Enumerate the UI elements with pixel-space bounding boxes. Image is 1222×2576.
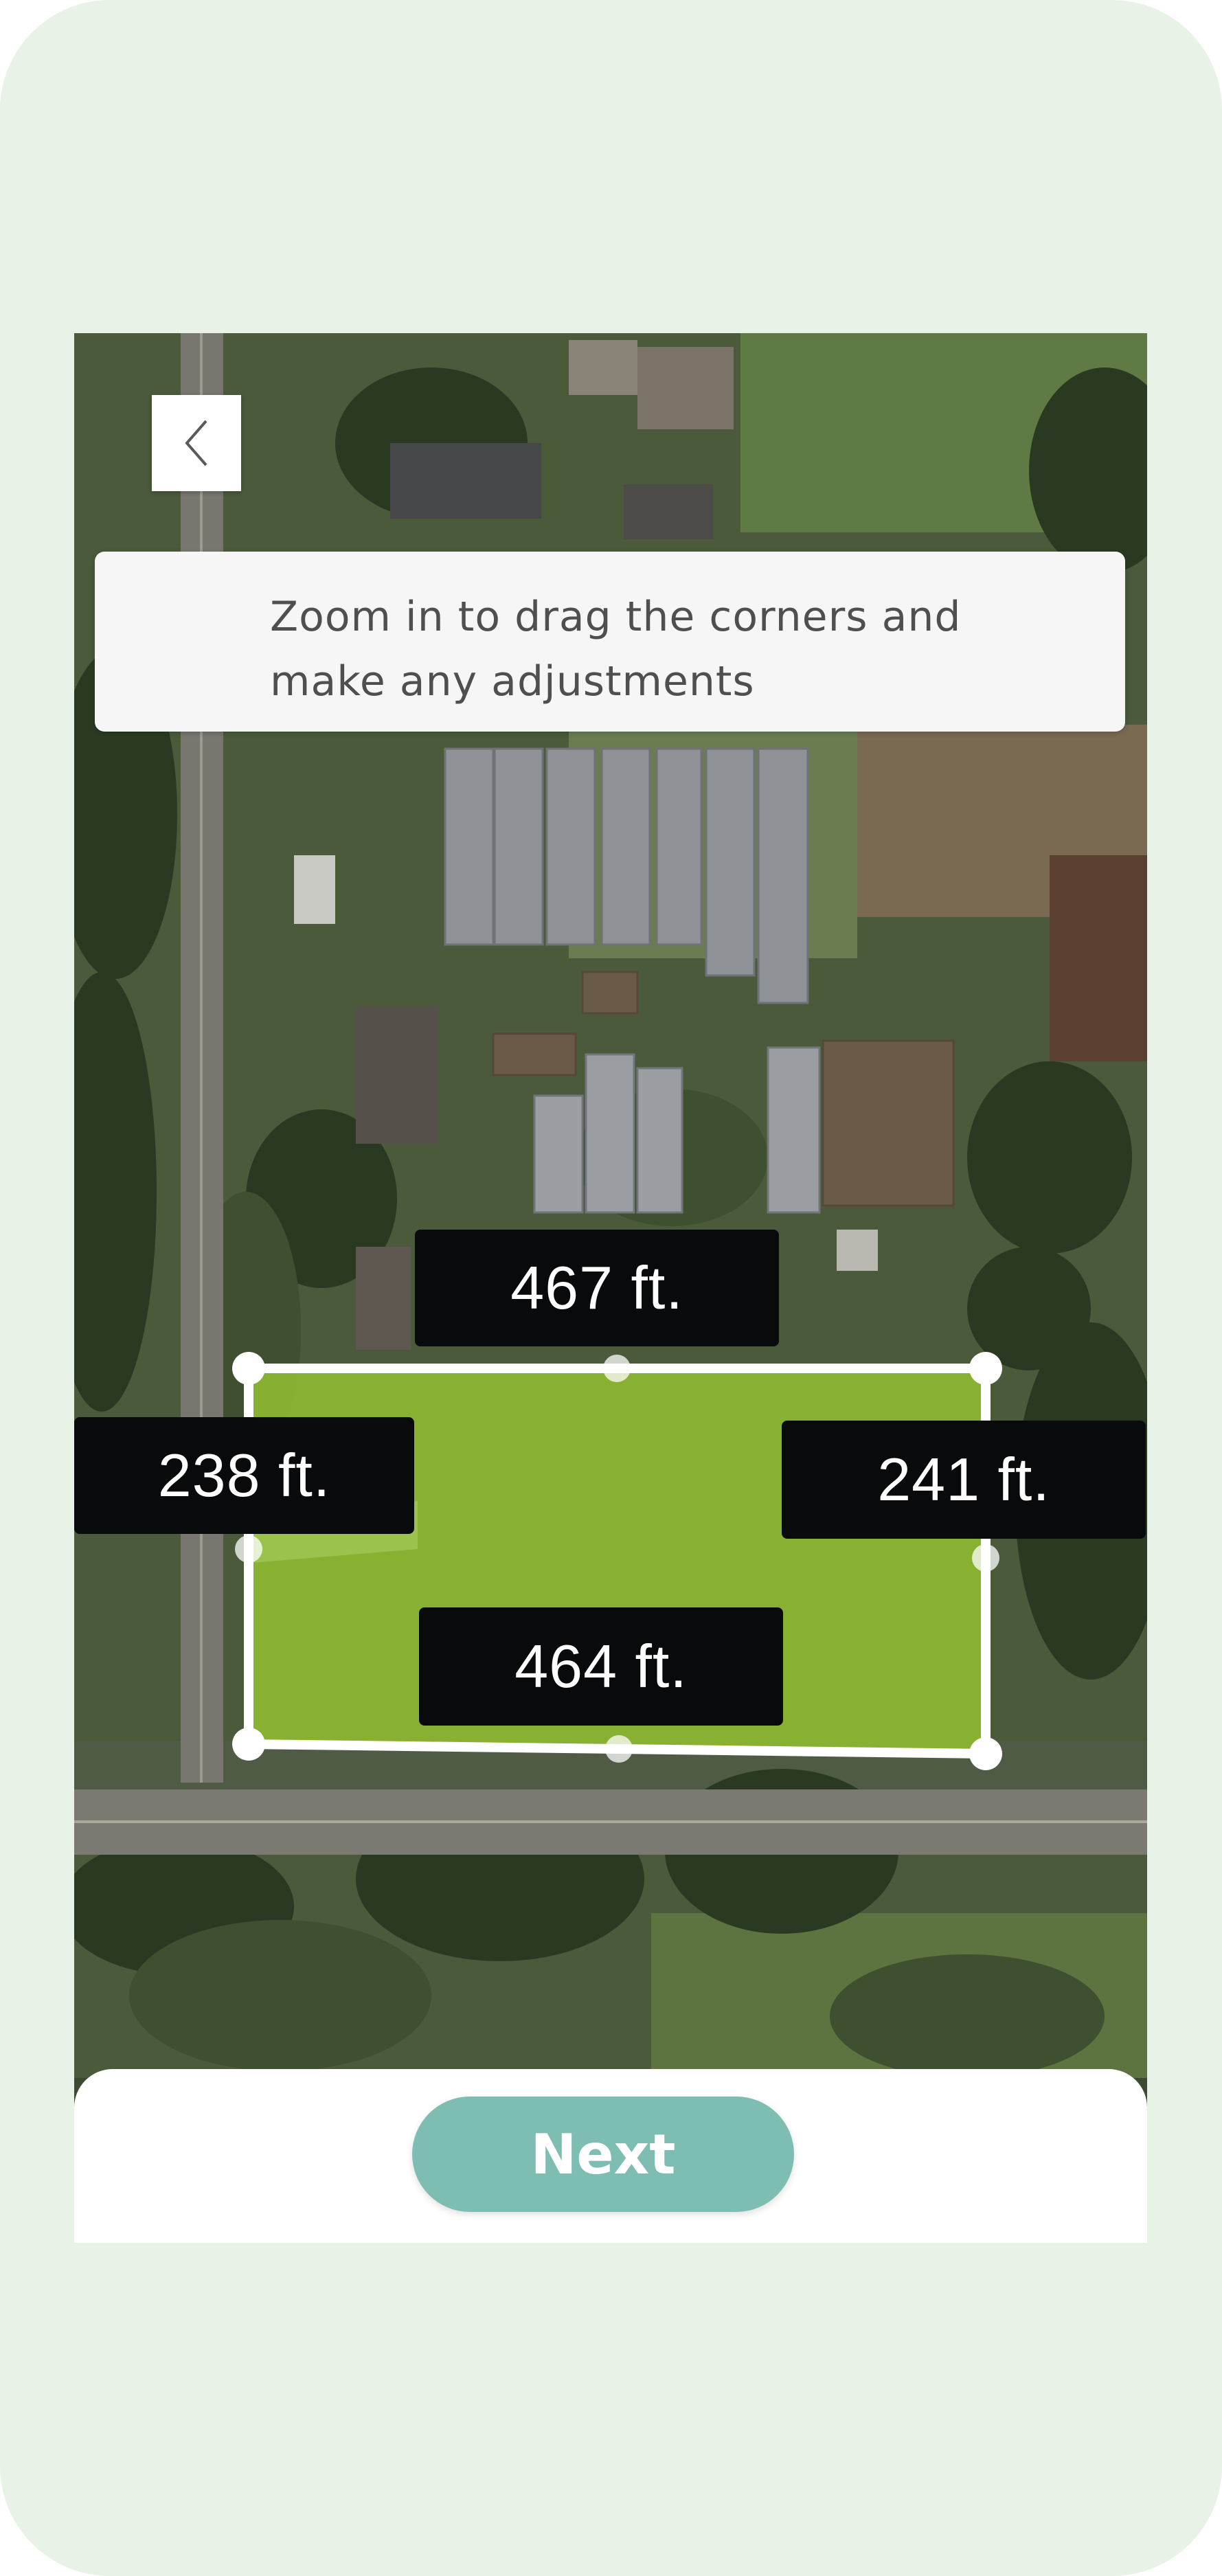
- left-dimension-label: 238 ft.: [74, 1417, 414, 1534]
- instruction-banner: Zoom in to drag the corners and make any…: [95, 552, 1125, 732]
- instruction-text: Zoom in to drag the corners and make any…: [270, 593, 962, 705]
- next-button[interactable]: Next: [412, 2097, 794, 2212]
- right-dimension-label: 241 ft.: [782, 1421, 1146, 1539]
- top-dimension-label: 467 ft.: [415, 1230, 779, 1346]
- phone-frame: Zoom in to drag the corners and make any…: [0, 0, 1222, 2576]
- bottom-action-panel: Next: [74, 2069, 1147, 2243]
- bottom-dimension-label: 464 ft.: [419, 1607, 783, 1726]
- back-button[interactable]: [152, 395, 241, 491]
- chevron-left-icon: [185, 420, 207, 466]
- app-screen: Zoom in to drag the corners and make any…: [74, 333, 1147, 2243]
